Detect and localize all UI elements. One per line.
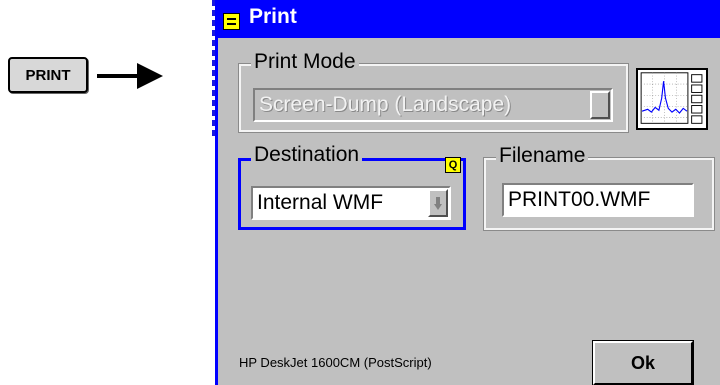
quick-access-badge: Q bbox=[445, 157, 461, 173]
dialog-title: Print bbox=[249, 5, 297, 28]
printer-status: HP DeskJet 1600CM (PostScript) bbox=[239, 355, 432, 370]
destination-label: Destination bbox=[251, 143, 363, 167]
destination-dropdown-button[interactable] bbox=[428, 189, 448, 217]
print-mode-label: Print Mode bbox=[251, 50, 359, 74]
ok-button-label: Ok bbox=[630, 352, 655, 373]
filename-value: PRINT00.WMF bbox=[508, 188, 651, 211]
destination-value: Internal WMF bbox=[257, 191, 384, 214]
arrow-right-icon bbox=[97, 63, 163, 89]
print-mode-select[interactable]: Screen-Dump (Landscape) bbox=[253, 88, 613, 122]
print-hardkey-label: PRINT bbox=[25, 66, 71, 84]
destination-group: Destination Q Internal WMF bbox=[238, 143, 466, 230]
print-mode-group: Print Mode Screen-Dump (Landscape) bbox=[238, 50, 629, 133]
print-mode-dropdown-button[interactable] bbox=[590, 91, 610, 119]
destination-select[interactable]: Internal WMF bbox=[251, 186, 451, 220]
title-bar: Print bbox=[218, 0, 720, 38]
print-dialog: Print Print Mode Screen-Dump (Landscape)… bbox=[215, 0, 720, 385]
print-hardkey[interactable]: PRINT bbox=[8, 57, 88, 93]
filename-group: Filename PRINT00.WMF bbox=[483, 144, 715, 231]
print-mode-value: Screen-Dump (Landscape) bbox=[259, 93, 512, 116]
ok-button[interactable]: Ok bbox=[592, 340, 694, 385]
window-menu-icon[interactable] bbox=[223, 13, 240, 30]
screen-thumbnail-icon bbox=[636, 68, 708, 130]
filename-label: Filename bbox=[496, 144, 589, 168]
scroll-arrow-icon bbox=[434, 197, 442, 210]
filename-field[interactable]: PRINT00.WMF bbox=[502, 183, 694, 217]
